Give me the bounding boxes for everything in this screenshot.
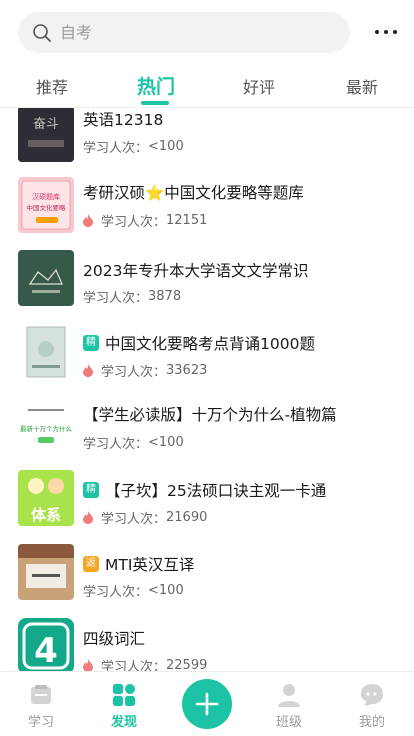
learner-count-label: 学习人次： xyxy=(83,291,149,306)
search-input[interactable] xyxy=(60,23,320,42)
search-bar[interactable] xyxy=(18,12,350,53)
course-title: 2023年专升本大学语文文学常识 xyxy=(83,262,309,280)
learner-count: <100 xyxy=(148,139,184,154)
course-thumbnail: 4 xyxy=(18,618,74,671)
list-item[interactable]: 精 中国文化要略考点背诵1000题 学习人次： 33623 xyxy=(0,322,414,395)
list-item[interactable]: 4 四级词汇 学习人次： 22599 xyxy=(0,617,414,671)
course-title: 【子坎】25法硕口诀主观一卡通 xyxy=(105,482,327,500)
learner-count-label: 学习人次： xyxy=(101,660,167,671)
course-title: 【学生必读版】十万个为什么-植物篇 xyxy=(83,406,337,424)
course-thumbnail xyxy=(18,323,74,379)
featured-badge: 精 xyxy=(83,482,99,498)
list-item[interactable]: 2023年专升本大学语文文学常识 学习人次： 3878 xyxy=(0,249,414,322)
list-item[interactable]: 最新十万个为什么 【学生必读版】十万个为什么-植物篇 学习人次： <100 xyxy=(0,396,414,469)
svg-text:最新十万个为什么: 最新十万个为什么 xyxy=(20,424,73,433)
nav-study[interactable]: 学习 xyxy=(6,672,76,736)
svg-text:体系: 体系 xyxy=(31,506,61,524)
svg-text:奋斗: 奋斗 xyxy=(33,117,59,132)
list-item[interactable]: 体系 精 【子坎】25法硕口诀主观一卡通 学习人次： 21690 xyxy=(0,469,414,542)
flame-icon xyxy=(83,214,93,227)
add-button[interactable] xyxy=(182,679,232,729)
learner-count: <100 xyxy=(148,583,184,598)
search-icon xyxy=(33,23,51,42)
nav-class[interactable]: 班级 xyxy=(254,672,324,736)
learner-count: 21690 xyxy=(166,510,208,525)
discover-icon xyxy=(113,684,135,706)
svg-text:汉硕题库: 汉硕题库 xyxy=(32,192,60,201)
course-thumbnail: 最新十万个为什么 xyxy=(18,397,74,453)
svg-text:4: 4 xyxy=(34,631,58,671)
profile-icon xyxy=(361,684,383,706)
list-item[interactable]: 返 MTI英汉互译 学习人次： <100 xyxy=(0,543,414,616)
featured-badge: 精 xyxy=(83,335,99,351)
learner-count: 33623 xyxy=(166,363,208,378)
nav-discover[interactable]: 发现 xyxy=(89,672,159,736)
course-thumbnail: 汉硕题库 中国文化要略 xyxy=(18,177,74,233)
course-list: 奋斗 英语12318 学习人次： <100 汉硕题库 中国文化要略 考研汉硕⭐中… xyxy=(0,108,414,671)
learner-count: <100 xyxy=(148,435,184,450)
course-thumbnail: 体系 xyxy=(18,470,74,526)
active-tab-indicator xyxy=(141,101,169,105)
learner-count-label: 学习人次： xyxy=(101,215,167,230)
flame-icon xyxy=(83,511,93,524)
return-badge: 返 xyxy=(83,556,99,572)
course-thumbnail xyxy=(18,544,74,600)
course-thumbnail: 奋斗 xyxy=(18,108,74,162)
course-title: 英语12318 xyxy=(83,111,164,129)
svg-text:中国文化要略: 中国文化要略 xyxy=(27,203,67,212)
course-title: 考研汉硕⭐中国文化要略等题库 xyxy=(83,184,304,202)
learner-count-label: 学习人次： xyxy=(83,585,149,600)
learner-count-label: 学习人次： xyxy=(101,365,167,380)
list-item[interactable]: 奋斗 英语12318 学习人次： <100 xyxy=(0,108,414,171)
nav-profile[interactable]: 我的 xyxy=(337,672,407,736)
course-title: 四级词汇 xyxy=(83,630,146,648)
top-bar xyxy=(0,0,414,64)
book-icon xyxy=(31,685,51,704)
learner-count-label: 学习人次： xyxy=(83,141,149,156)
tab-good-reviews[interactable]: 好评 xyxy=(243,74,275,98)
list-item[interactable]: 汉硕题库 中国文化要略 考研汉硕⭐中国文化要略等题库 学习人次： 12151 xyxy=(0,176,414,249)
plus-icon xyxy=(195,692,219,716)
tab-newest[interactable]: 最新 xyxy=(346,74,378,98)
flame-icon xyxy=(83,659,93,671)
bottom-navigation: 学习 发现 班级 我的 xyxy=(0,671,414,736)
more-icon[interactable] xyxy=(372,22,400,42)
category-tabs: 推荐 热门 好评 最新 xyxy=(0,64,414,108)
learner-count: 3878 xyxy=(148,289,182,304)
learner-count-label: 学习人次： xyxy=(101,512,167,527)
flame-icon xyxy=(83,364,93,377)
course-title: 中国文化要略考点背诵1000题 xyxy=(105,335,315,353)
course-thumbnail xyxy=(18,250,74,306)
tab-recommend[interactable]: 推荐 xyxy=(36,74,68,98)
learner-count: 12151 xyxy=(166,213,208,228)
learner-count: 22599 xyxy=(166,658,208,671)
course-title: MTI英汉互译 xyxy=(105,556,195,574)
learner-count-label: 学习人次： xyxy=(83,437,149,452)
class-icon xyxy=(278,684,300,707)
tab-hot[interactable]: 热门 xyxy=(137,72,175,99)
